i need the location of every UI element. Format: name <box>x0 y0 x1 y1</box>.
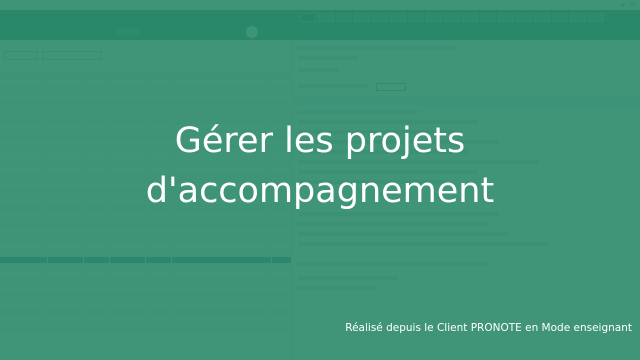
title-line-2: d'accompagnement <box>145 171 495 211</box>
title-line-1: Gérer les projets <box>174 121 466 161</box>
caption: Réalisé depuis le Client PRONOTE en Mode… <box>345 322 632 334</box>
title: Gérer les projets d'accompagnement <box>0 116 640 216</box>
